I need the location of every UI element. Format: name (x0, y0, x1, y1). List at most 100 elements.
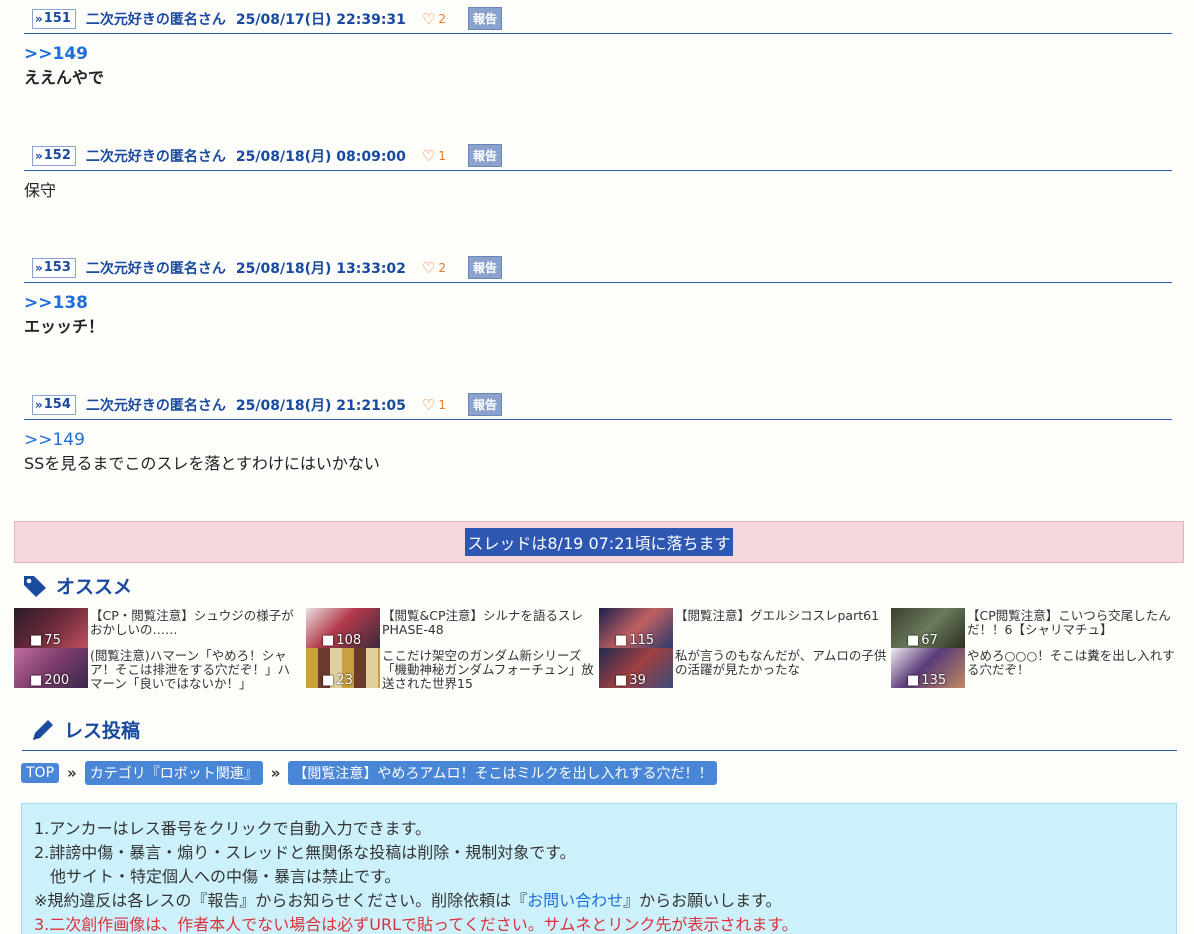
comment-icon: ■ (615, 673, 628, 688)
breadcrumb-category[interactable]: カテゴリ『ロボット関連』 (84, 761, 263, 785)
author-name: 二次元好きの匿名さん (85, 397, 226, 414)
breadcrumb-thread[interactable]: 【閲覧注意】やめろアムロ！そこはミルクを出し入れする穴だ！！ (288, 761, 718, 785)
res-number-button[interactable]: » 154 (32, 394, 76, 415)
post-form-heading: レス投稿 (30, 716, 140, 743)
res-number-button[interactable]: » 151 (32, 8, 76, 29)
author-name: 二次元好きの匿名さん (85, 260, 226, 277)
recommend-item[interactable]: ■ 75 【CP・閲覧注意】シュウジの様子がおかしいの…… (14, 608, 300, 648)
recommend-title: 【閲覧注意】グエルシコスレpart61 (675, 608, 880, 623)
pencil-icon (33, 719, 53, 740)
rule-2: 2.誹謗中傷・暴言・煽り・スレッドと無関係な投稿は削除・規制対象です。 (34, 843, 576, 862)
author-name: 二次元好きの匿名さん (85, 11, 226, 28)
post-154: » 154 二次元好きの匿名さん 25/08/18(月) 21:21:05 ♡ 1 … (24, 393, 1172, 476)
post-form-title: レス投稿 (64, 720, 141, 742)
recommend-title: (閲覧注意)ハマーン「やめろ！シャア！そこは排泄をする穴だぞ！」ハマーン「良いで… (90, 648, 291, 691)
res-number-button[interactable]: » 152 (32, 145, 76, 166)
posting-rules: 1.アンカーはレス番号をクリックで自動入力できます。 2.誹謗中傷・暴言・煽り・… (21, 803, 1177, 934)
comment-count: ■ 67 (907, 633, 938, 648)
anchor-link[interactable]: >>138 (24, 291, 1172, 315)
author-name: 二次元好きの匿名さん (85, 148, 226, 165)
comment-count: ■ 23 (322, 673, 353, 688)
double-chevron-icon: » (35, 148, 43, 163)
res-number-button[interactable]: » 153 (32, 257, 76, 278)
comment-count: ■ 108 (322, 633, 362, 648)
comment-icon: ■ (322, 673, 335, 688)
thread-end-notice: スレッドは8/19 07:21頃に落ちます (14, 521, 1184, 563)
post-date: 25/08/18(月) 08:09:00 (235, 148, 406, 165)
double-chevron-right-icon: » (270, 764, 281, 782)
recommend-title: 【CP閲覧注意】こいつら交尾したんだ！！6【シャリマチュ】 (967, 608, 1171, 637)
recommend-title: 私が言うのもなんだが、アムロの子供の活躍が見たかったな (675, 648, 887, 677)
comment-icon: ■ (30, 673, 43, 688)
recommend-title: 【閲覧&CP注意】シルナを語るスレPHASE-48 (382, 608, 584, 637)
heart-icon: ♡ (421, 146, 436, 165)
post-text: 保守 (24, 181, 57, 200)
recommend-title: オススメ (56, 576, 133, 598)
recommend-item[interactable]: ■ 115 【閲覧注意】グエルシコスレpart61 (599, 608, 885, 648)
report-button[interactable]: 報告 (468, 393, 503, 416)
anchor-link[interactable]: >>149 (24, 428, 1172, 452)
divider (22, 750, 1177, 751)
post-153: » 153 二次元好きの匿名さん 25/08/18(月) 13:33:02 ♡ 2 … (24, 256, 1172, 339)
post-text: ええんやで (24, 68, 105, 87)
post-body: >>149 SSを見るまでこのスレを落とすわけにはいかない (24, 420, 1172, 476)
comment-icon: ■ (907, 673, 920, 688)
recommend-item[interactable]: ■ 135 やめろ○○○！そこは糞を出し入れする穴だぞ！ (891, 648, 1177, 688)
post-header: » 152 二次元好きの匿名さん 25/08/18(月) 08:09:00 ♡ 1 … (24, 144, 1172, 171)
recommend-title: やめろ○○○！そこは糞を出し入れする穴だぞ！ (967, 648, 1175, 677)
post-body: >>149 ええんやで (24, 34, 1172, 90)
comment-count: ■ 39 (615, 673, 646, 688)
double-chevron-right-icon: » (67, 764, 77, 782)
recommend-item[interactable]: ■ 39 私が言うのもなんだが、アムロの子供の活躍が見たかったな (599, 648, 887, 688)
breadcrumb-top[interactable]: TOP (21, 763, 60, 783)
post-152: » 152 二次元好きの匿名さん 25/08/18(月) 08:09:00 ♡ 1 … (24, 144, 1172, 203)
tag-icon (24, 575, 46, 597)
report-button[interactable]: 報告 (468, 144, 503, 167)
comment-count: ■ 115 (615, 633, 655, 648)
report-button[interactable]: 報告 (468, 256, 503, 279)
post-date: 25/08/18(月) 13:33:02 (235, 260, 406, 277)
comment-icon: ■ (322, 633, 335, 648)
thread-end-text: スレッドは8/19 07:21頃に落ちます (465, 528, 733, 556)
recommend-item[interactable]: ■ 67 【CP閲覧注意】こいつら交尾したんだ！！6【シャリマチュ】 (891, 608, 1177, 648)
comment-icon: ■ (907, 633, 920, 648)
like-button[interactable]: ♡ 1 (422, 396, 446, 414)
recommend-item[interactable]: ■ 108 【閲覧&CP注意】シルナを語るスレPHASE-48 (306, 608, 592, 648)
comment-count: ■ 75 (30, 633, 61, 648)
comment-count: ■ 135 (907, 673, 947, 688)
post-header: » 151 二次元好きの匿名さん 25/08/17(日) 22:39:31 ♡ 2 … (24, 7, 1172, 34)
heart-icon: ♡ (421, 395, 436, 414)
recommend-title: 【CP・閲覧注意】シュウジの様子がおかしいの…… (90, 608, 294, 637)
post-header: » 154 二次元好きの匿名さん 25/08/18(月) 21:21:05 ♡ 1 … (24, 393, 1172, 420)
post-date: 25/08/17(日) 22:39:31 (235, 11, 406, 28)
rule-1: 1.アンカーはレス番号をクリックで自動入力できます。 (34, 819, 432, 838)
post-151: » 151 二次元好きの匿名さん 25/08/17(日) 22:39:31 ♡ 2 … (24, 7, 1172, 90)
comment-count: ■ 200 (30, 673, 70, 688)
rule-2-sub: 他サイト・特定個人への中傷・暴言は禁止です。 (50, 867, 401, 886)
like-button[interactable]: ♡ 2 (422, 10, 446, 28)
heart-icon: ♡ (421, 258, 436, 277)
post-body: >>138 エッッチ！ (24, 283, 1172, 339)
double-chevron-icon: » (35, 397, 43, 412)
like-button[interactable]: ♡ 2 (422, 259, 446, 277)
recommend-title: ここだけ架空のガンダム新シリーズ「機動神秘ガンダムフォーチュン」放送された世界1… (382, 648, 594, 691)
recommend-item[interactable]: ■ 200 (閲覧注意)ハマーン「やめろ！シャア！そこは排泄をする穴だぞ！」ハマー… (14, 648, 300, 691)
post-text: SSを見るまでこのスレを落とすわけにはいかない (24, 454, 380, 473)
contact-link[interactable]: お問い合わせ (527, 891, 623, 910)
like-button[interactable]: ♡ 1 (422, 147, 446, 165)
anchor-link[interactable]: >>149 (24, 42, 1172, 66)
post-text: エッッチ！ (24, 317, 105, 336)
post-date: 25/08/18(月) 21:21:05 (235, 397, 406, 414)
post-header: » 153 二次元好きの匿名さん 25/08/18(月) 13:33:02 ♡ 2 … (24, 256, 1172, 283)
comment-icon: ■ (30, 633, 43, 648)
report-button[interactable]: 報告 (468, 7, 503, 30)
comment-icon: ■ (615, 633, 628, 648)
recommend-heading: オススメ (22, 572, 132, 599)
rule-report: ※規約違反は各レスの『報告』からお知らせください。削除依頼は『お問い合わせ』から… (34, 891, 782, 910)
breadcrumb: TOP » カテゴリ『ロボット関連』 » 【閲覧注意】やめろアムロ！そこはミルク… (21, 761, 718, 785)
heart-icon: ♡ (421, 9, 436, 28)
rule-3: 3.二次創作画像は、作者本人でない場合は必ずURLで貼ってください。サムネとリン… (34, 915, 798, 934)
recommend-item[interactable]: ■ 23 ここだけ架空のガンダム新シリーズ「機動神秘ガンダムフォーチュン」放送され… (306, 648, 594, 691)
double-chevron-icon: » (35, 260, 43, 275)
double-chevron-icon: » (35, 11, 43, 26)
